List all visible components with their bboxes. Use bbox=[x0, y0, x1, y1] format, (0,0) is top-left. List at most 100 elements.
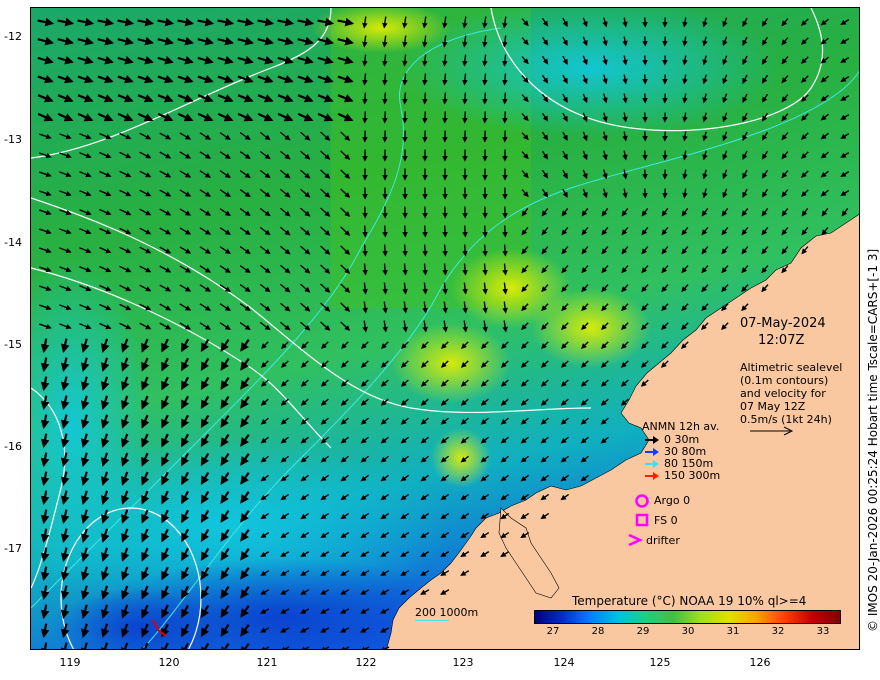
velocity-arrow bbox=[642, 17, 648, 28]
velocity-arrow bbox=[422, 244, 428, 257]
sst-map bbox=[30, 7, 860, 650]
velocity-arrow bbox=[422, 263, 428, 276]
lon-tick-label: 123 bbox=[452, 656, 474, 669]
altimetry-line: 07 May 12Z bbox=[740, 400, 806, 413]
lat-tick-label: -17 bbox=[4, 542, 22, 555]
lon-tick-label: 125 bbox=[649, 656, 671, 669]
velocity-arrow bbox=[382, 73, 388, 86]
velocity-arrow bbox=[402, 73, 408, 86]
warm-patch-5 bbox=[431, 428, 491, 488]
velocity-arrow bbox=[362, 111, 368, 124]
colorbar-tick: 27 bbox=[546, 626, 560, 637]
velocity-arrow bbox=[382, 111, 388, 124]
velocity-arrow bbox=[382, 92, 388, 105]
velocity-arrow bbox=[502, 244, 508, 257]
velocity-arrow bbox=[382, 263, 388, 276]
bathymetry-label: 200 1000m bbox=[415, 606, 479, 619]
velocity-arrow bbox=[482, 92, 488, 105]
velocity-arrow bbox=[642, 55, 648, 66]
velocity-arrow bbox=[362, 225, 368, 238]
velocity-arrow bbox=[462, 244, 468, 257]
velocity-arrow bbox=[442, 92, 448, 105]
colorbar bbox=[534, 610, 841, 624]
velocity-arrow bbox=[442, 263, 448, 276]
velocity-arrow bbox=[362, 263, 368, 276]
lon-tick-label: 126 bbox=[749, 656, 771, 669]
warm-patch-3 bbox=[531, 288, 651, 368]
velocity-arrow bbox=[502, 73, 508, 86]
velocity-arrow bbox=[642, 93, 648, 104]
velocity-arrow bbox=[502, 92, 508, 105]
velocity-arrow bbox=[642, 131, 648, 142]
altimetry-line: and velocity for bbox=[740, 387, 826, 400]
velocity-arrow bbox=[642, 36, 648, 47]
depth-arrow-icon bbox=[645, 448, 659, 456]
velocity-arrow bbox=[362, 244, 368, 257]
velocity-arrow bbox=[402, 263, 408, 276]
velocity-arrow bbox=[502, 263, 508, 276]
velocity-arrow bbox=[482, 225, 488, 238]
bathymetry-swatch bbox=[415, 620, 449, 621]
velocity-arrow bbox=[502, 111, 508, 124]
altimetry-line: Altimetric sealevel bbox=[740, 361, 843, 374]
velocity-arrow bbox=[462, 92, 468, 105]
lon-tick-label: 119 bbox=[59, 656, 81, 669]
velocity-arrow bbox=[402, 225, 408, 238]
fs-label: FS 0 bbox=[654, 514, 678, 527]
velocity-arrow bbox=[422, 111, 428, 124]
velocity-arrow bbox=[442, 73, 448, 86]
lon-tick-label: 121 bbox=[256, 656, 278, 669]
velocity-arrow bbox=[642, 169, 648, 180]
lat-tick-label: -13 bbox=[4, 133, 22, 146]
velocity-arrow bbox=[482, 244, 488, 257]
lon-tick-label: 124 bbox=[553, 656, 575, 669]
velocity-arrow bbox=[482, 263, 488, 276]
velocity-arrow bbox=[502, 225, 508, 238]
argo-label: Argo 0 bbox=[654, 494, 691, 507]
colorbar-tick: 33 bbox=[816, 626, 830, 637]
colorbar-tick: 31 bbox=[726, 626, 740, 637]
legend-title: ANMN 12h av. bbox=[642, 420, 720, 433]
velocity-arrow bbox=[642, 150, 648, 161]
lat-tick-label: -12 bbox=[4, 30, 22, 43]
velocity-arrow bbox=[442, 244, 448, 257]
depth-arrow-icon bbox=[645, 436, 659, 444]
warm-patch-1 bbox=[391, 323, 511, 403]
drifter-label: drifter bbox=[646, 534, 680, 547]
velocity-arrow bbox=[362, 92, 368, 105]
colorbar-tick: 29 bbox=[636, 626, 650, 637]
velocity-arrow bbox=[422, 225, 428, 238]
velocity-arrow bbox=[642, 112, 648, 123]
velocity-arrow bbox=[642, 188, 648, 199]
velocity-arrow bbox=[402, 92, 408, 105]
altimetry-line: (0.1m contours) bbox=[740, 374, 829, 387]
velocity-arrow bbox=[382, 244, 388, 257]
lat-tick-label: -15 bbox=[4, 338, 22, 351]
map-date: 07-May-2024 bbox=[740, 316, 826, 331]
fs-square-icon bbox=[635, 513, 649, 527]
scale-arrow-icon bbox=[750, 426, 794, 436]
argo-circle-icon bbox=[635, 494, 649, 508]
velocity-arrow bbox=[402, 111, 408, 124]
velocity-arrow bbox=[422, 92, 428, 105]
velocity-arrow bbox=[402, 244, 408, 257]
colorbar-tick: 30 bbox=[681, 626, 695, 637]
velocity-arrow bbox=[382, 225, 388, 238]
lat-tick-label: -14 bbox=[4, 236, 22, 249]
depth-label: 150 300m bbox=[664, 469, 721, 482]
lon-tick-label: 122 bbox=[355, 656, 377, 669]
map-time: 12:07Z bbox=[758, 333, 805, 348]
velocity-arrow bbox=[462, 263, 468, 276]
lon-tick-label: 120 bbox=[158, 656, 180, 669]
velocity-arrow bbox=[422, 73, 428, 86]
velocity-arrow bbox=[462, 225, 468, 238]
velocity-arrow bbox=[462, 111, 468, 124]
velocity-arrow bbox=[362, 73, 368, 86]
velocity-arrow bbox=[462, 73, 468, 86]
velocity-arrow bbox=[642, 74, 648, 85]
colorbar-title: Temperature (°C) NOAA 19 10% ql>=4 bbox=[572, 594, 807, 608]
colorbar-tick: 28 bbox=[591, 626, 605, 637]
credit-text: © IMOS 20-Jan-2026 00:25:24 Hobart time … bbox=[866, 248, 880, 632]
colorbar-tick: 32 bbox=[771, 626, 785, 637]
lat-tick-label: -16 bbox=[4, 440, 22, 453]
